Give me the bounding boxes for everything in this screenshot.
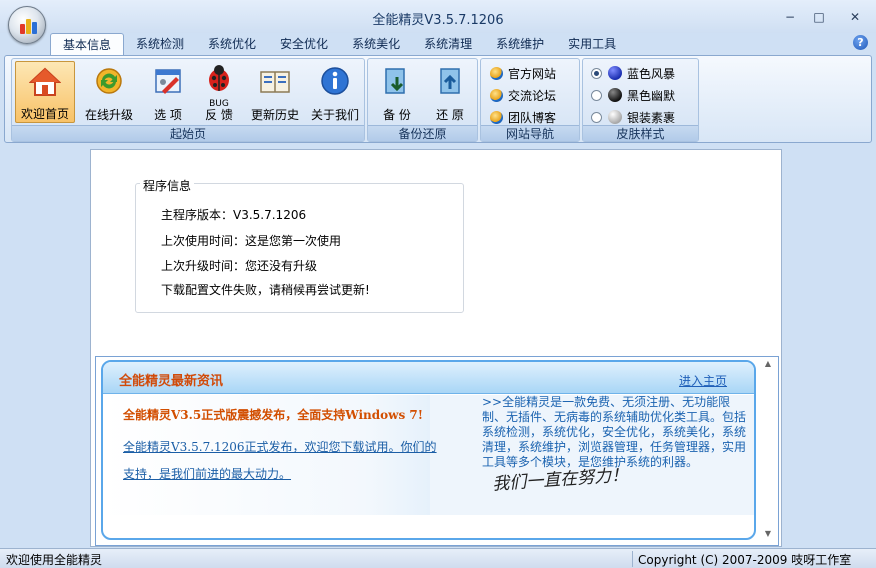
news-title: 全能精灵最新资讯: [119, 374, 224, 389]
tab-system-optimize[interactable]: 系统优化: [196, 33, 268, 55]
start-page-group: 欢迎首页 在线升级 选 项 BUG 反 馈 更新历史 关于我们 起始页: [11, 58, 365, 142]
about-us-label: 关于我们: [310, 108, 359, 122]
ladybug-icon: [209, 65, 229, 91]
restore-button[interactable]: 还 原: [424, 61, 476, 123]
minimize-button[interactable]: −: [780, 9, 800, 25]
status-bar: 欢迎使用全能精灵 Copyright (C) 2007-2009 吱呀工作室: [0, 548, 876, 568]
official-site-link[interactable]: 官方网站: [490, 63, 556, 83]
title-bar: 全能精灵V3.5.7.1206 − □ ✕: [0, 0, 876, 33]
scroll-down-icon[interactable]: ▼: [762, 529, 774, 538]
history-icon: [260, 71, 290, 93]
tab-utilities[interactable]: 实用工具: [556, 33, 628, 55]
ie-globe-icon: [490, 88, 503, 102]
skin-radio-silver[interactable]: [591, 111, 602, 123]
welcome-home-label: 欢迎首页: [20, 107, 69, 121]
program-info-title: 程序信息: [140, 177, 195, 194]
feedback-label: 反 馈: [205, 108, 233, 122]
update-history-label: 更新历史: [250, 108, 299, 122]
copyright-text: Copyright (C) 2007-2009 吱呀工作室: [638, 553, 852, 567]
maximize-button[interactable]: □: [809, 9, 829, 25]
official-site-label: 官方网站: [508, 66, 557, 81]
blue-skin-ball-icon: [608, 66, 622, 80]
tab-security-optimize[interactable]: 安全优化: [268, 33, 340, 55]
team-blog-label: 团队博客: [508, 110, 557, 125]
restore-label: 还 原: [436, 108, 464, 122]
news-scrollbar[interactable]: ▲ ▼: [758, 357, 778, 545]
status-text: 欢迎使用全能精灵: [6, 553, 103, 567]
news-headline[interactable]: 全能精灵V3.5正式版震撼发布，全面支持Windows 7!: [123, 406, 423, 423]
enter-homepage-link[interactable]: 进入主页: [679, 372, 727, 389]
window-title: 全能精灵V3.5.7.1206: [372, 13, 504, 28]
skin-silver-label: 银装素裹: [627, 110, 676, 125]
backup-restore-group: 备 份 还 原 备份还原: [367, 58, 478, 142]
close-button[interactable]: ✕: [845, 9, 865, 25]
about-us-button[interactable]: 关于我们: [306, 61, 364, 123]
options-icon: [155, 69, 181, 94]
team-blog-link[interactable]: 团队博客: [490, 107, 556, 127]
download-status-line: 下载配置文件失败，请稍候再尝试更新!: [161, 283, 370, 297]
skin-option-black[interactable]: 黑色幽默: [591, 85, 675, 105]
skin-option-silver[interactable]: 银装素裹: [591, 107, 675, 127]
skin-option-blue[interactable]: 蓝色风暴: [591, 63, 675, 83]
news-frame: 全能精灵最新资讯 进入主页 全能精灵V3.5正式版震撼发布，全面支持Window…: [95, 356, 779, 546]
restore-icon: [440, 68, 460, 94]
update-icon: [96, 68, 122, 94]
ie-globe-icon: [490, 66, 503, 80]
ie-globe-icon: [490, 110, 503, 124]
black-skin-ball-icon: [608, 88, 622, 102]
options-label: 选 项: [154, 108, 182, 122]
forum-link[interactable]: 交流论坛: [490, 85, 556, 105]
skin-radio-black[interactable]: [591, 89, 602, 101]
nav-group-label: 网站导航: [481, 125, 579, 141]
forum-label: 交流论坛: [508, 88, 557, 103]
tab-system-beautify[interactable]: 系统美化: [340, 33, 412, 55]
info-icon: [321, 67, 349, 95]
ribbon: 欢迎首页 在线升级 选 项 BUG 反 馈 更新历史 关于我们 起始页 备 份 …: [4, 55, 872, 143]
update-history-button[interactable]: 更新历史: [244, 61, 306, 123]
news-link-line2[interactable]: 支持，是我们前进的最大动力。: [123, 465, 291, 482]
main-content: 程序信息 主程序版本：V3.5.7.1206 上次使用时间：这是您第一次使用 上…: [90, 149, 782, 547]
skin-black-label: 黑色幽默: [627, 88, 676, 103]
silver-skin-ball-icon: [608, 110, 622, 124]
backup-label: 备 份: [383, 108, 411, 122]
tab-system-check[interactable]: 系统检测: [124, 33, 196, 55]
main-tabs: 基本信息 系统检测 系统优化 安全优化 系统美化 系统清理 系统维护 实用工具: [50, 33, 628, 55]
tab-system-maintain[interactable]: 系统维护: [484, 33, 556, 55]
help-icon[interactable]: ?: [853, 35, 868, 50]
skin-style-group: 蓝色风暴 黑色幽默 银装素裹 皮肤样式: [582, 58, 699, 142]
tab-system-clean[interactable]: 系统清理: [412, 33, 484, 55]
news-link-line1[interactable]: 全能精灵V3.5.7.1206正式发布，欢迎您下载试用。你们的: [123, 438, 437, 455]
skin-radio-blue[interactable]: [591, 67, 602, 79]
online-upgrade-button[interactable]: 在线升级: [78, 61, 140, 123]
online-upgrade-label: 在线升级: [84, 108, 133, 122]
scroll-up-icon[interactable]: ▲: [762, 359, 774, 368]
news-description: >>全能精灵是一款免费、无须注册、无功能限制、无插件、无病毒的系统辅助优化类工具…: [482, 395, 747, 469]
backup-group-label: 备份还原: [368, 125, 477, 141]
backup-button[interactable]: 备 份: [372, 61, 422, 123]
options-button[interactable]: 选 项: [142, 61, 194, 123]
app-logo-icon[interactable]: [8, 6, 46, 44]
last-used-line: 上次使用时间：这是您第一次使用: [161, 234, 342, 248]
home-icon: [29, 67, 61, 96]
bug-feedback-button[interactable]: BUG 反 馈: [196, 61, 242, 123]
backup-icon: [385, 68, 405, 94]
version-line: 主程序版本：V3.5.7.1206: [161, 208, 307, 222]
last-upgrade-line: 上次升级时间：您还没有升级: [161, 259, 318, 273]
skin-blue-label: 蓝色风暴: [627, 66, 676, 81]
start-group-label: 起始页: [12, 125, 364, 141]
status-separator: [632, 551, 633, 567]
skin-group-label: 皮肤样式: [583, 125, 698, 141]
welcome-home-button[interactable]: 欢迎首页: [15, 61, 75, 123]
tab-basic-info[interactable]: 基本信息: [50, 33, 125, 55]
website-nav-group: 官方网站 交流论坛 团队博客 网站导航: [480, 58, 580, 142]
